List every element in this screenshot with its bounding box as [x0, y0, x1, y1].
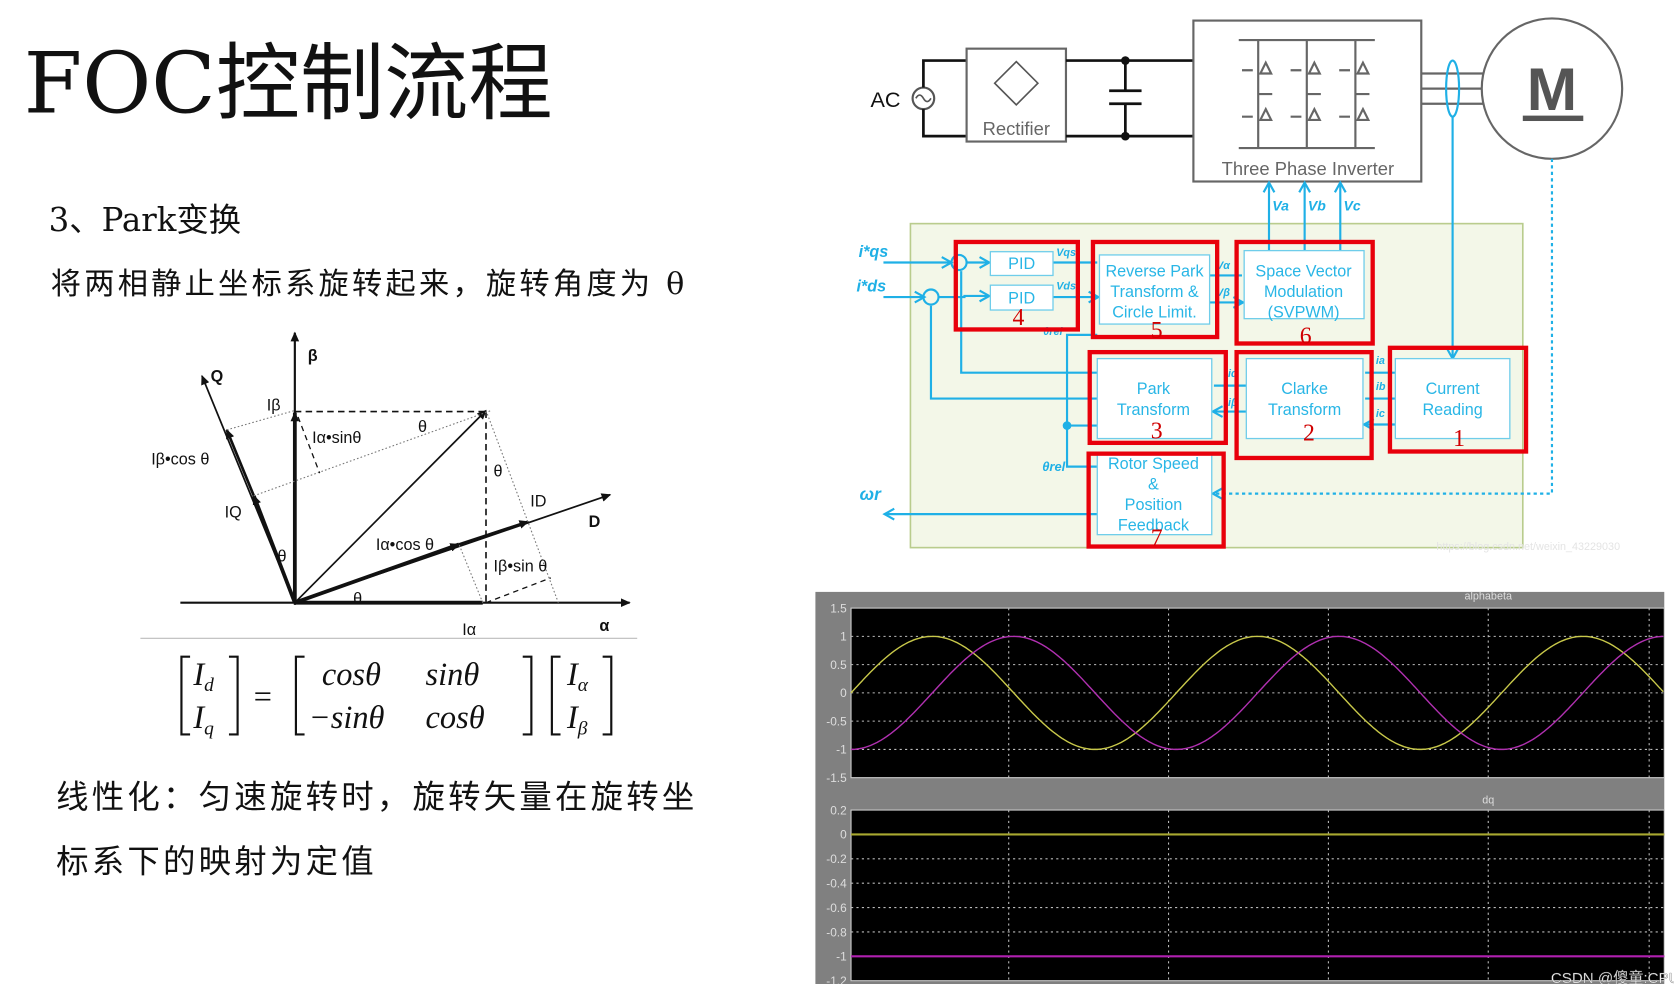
- lhs-id: Id: [192, 657, 214, 696]
- step-number: 3: [1151, 419, 1163, 445]
- equals-sign: =: [252, 679, 274, 715]
- i-alpha-sin-label: Iα•sinθ: [312, 429, 361, 447]
- step-number: 5: [1151, 318, 1163, 344]
- step-number: 4: [1013, 305, 1025, 331]
- ic-label: ic: [1376, 408, 1385, 420]
- block-label: Reverse Park: [1105, 263, 1204, 281]
- ib-label: ib: [1376, 381, 1386, 393]
- y-tick-label: -0.5: [826, 714, 847, 728]
- step-number: 2: [1303, 421, 1315, 447]
- step-number: 7: [1151, 525, 1163, 551]
- y-tick-label: -0.6: [826, 901, 847, 915]
- block-label: (SVPWM): [1268, 304, 1340, 322]
- block-label: Modulation: [1264, 283, 1343, 301]
- park-transform-block[interactable]: Park Transform 3: [1087, 349, 1228, 446]
- y-tick-label: -0.8: [826, 925, 847, 939]
- y-tick-label: 0: [840, 686, 847, 700]
- lhs-iq: Iq: [192, 700, 214, 739]
- vc-label: Vc: [1344, 198, 1361, 214]
- theta-label: θ: [278, 548, 287, 566]
- vds-label: Vds: [1056, 281, 1076, 293]
- rhs-ibeta: Iβ: [566, 700, 588, 739]
- y-tick-label: -0.4: [826, 877, 847, 891]
- block-label: &: [1148, 475, 1159, 493]
- block-label: Transform &: [1110, 283, 1199, 301]
- omega-r-label: ωr: [860, 484, 882, 504]
- motor-label: M: [1527, 55, 1577, 123]
- y-tick-label: -1: [836, 743, 847, 757]
- scope-panel: alphabeta dq 1.5 1 0.5 0 -0.5 -1 -1.5 0.2 0 -0.2…: [815, 590, 1665, 984]
- description: 将两相静止坐标系旋转起来，旋转角度为 θ: [51, 267, 688, 302]
- q-axis-label: Q: [211, 367, 224, 385]
- igbt-bridge-icon: [1238, 38, 1375, 150]
- step-number: 6: [1300, 324, 1312, 350]
- y-tick-label: 0.5: [830, 658, 847, 672]
- y-tick-label: -0.2: [826, 852, 846, 866]
- rectifier-label: Rectifier: [983, 118, 1050, 139]
- block-label: Space Vector: [1255, 263, 1352, 281]
- vqs-label: Vqs: [1056, 247, 1076, 259]
- ids-ref-label: i*ds: [856, 278, 886, 296]
- slide: FOC控制流程 3、Park变换 将两相静止坐标系旋转起来，旋转角度为 θ β …: [24, 17, 1674, 984]
- block-label: Transform: [1268, 401, 1341, 419]
- park-phasor-diagram: β Q D α Iβ Iα•sinθ θ θ Iβ•cos θ IQ θ Iα•…: [140, 331, 638, 639]
- page-title: FOC控制流程: [24, 34, 553, 132]
- i-beta-label: Iβ: [267, 396, 281, 414]
- i-alpha-cos-label: Iα•cos θ: [376, 536, 434, 554]
- y-tick-label: 0.2: [830, 803, 847, 817]
- y-tick-label: 0: [840, 828, 847, 842]
- block-label: Reading: [1422, 401, 1482, 419]
- beta-axis-label: β: [308, 347, 318, 365]
- iq-label: IQ: [225, 503, 242, 521]
- capacitor-icon: [1109, 89, 1142, 106]
- ia-label: ia: [1376, 355, 1385, 367]
- power-stage: AC Rectifier Three Phase Inverter M: [870, 17, 1624, 183]
- block-label: Rotor Speed: [1108, 455, 1199, 473]
- park-equation: [180, 655, 613, 736]
- matrix-cell: −sinθ: [309, 700, 385, 736]
- conclusion-line-2: 标系下的映射为定值: [56, 843, 377, 881]
- step-number: 1: [1453, 426, 1465, 452]
- theta-label: θ: [418, 418, 427, 436]
- inverter-label: Three Phase Inverter: [1222, 158, 1394, 179]
- y-tick-label: 1: [840, 630, 847, 644]
- theta-label: θ: [494, 462, 503, 480]
- rhs-ialpha: Iα: [566, 657, 589, 696]
- id-label: ID: [530, 493, 546, 511]
- pid-q-label: PID: [1008, 255, 1035, 273]
- i-beta-cos-label: Iβ•cos θ: [151, 450, 209, 468]
- block-label: Transform: [1117, 401, 1190, 419]
- i-beta-sin-label: Iβ•sin θ: [494, 557, 548, 575]
- va-label: Va: [1272, 198, 1289, 214]
- section-heading: 3、Park变换: [49, 201, 242, 239]
- chart-title-dq: dq: [1482, 795, 1494, 807]
- matrix-cell: cosθ: [426, 700, 485, 736]
- block-label: Park: [1137, 380, 1171, 398]
- vb-label: Vb: [1308, 198, 1326, 214]
- matrix-cell: cosθ: [322, 657, 381, 693]
- block-label: Clarke: [1281, 380, 1328, 398]
- alpha-axis-label: α: [599, 617, 609, 635]
- block-label: Position: [1125, 496, 1183, 514]
- chart-title-alphabeta: alphabeta: [1465, 590, 1512, 602]
- faint-url-watermark: https://blog.csdn.net/weixin_43229030: [1436, 541, 1620, 553]
- current-reading-block[interactable]: Current Reading 1: [1387, 345, 1529, 454]
- matrix-cell: sinθ: [426, 657, 480, 693]
- y-tick-label: 1.5: [830, 601, 847, 615]
- ac-label: AC: [870, 87, 900, 112]
- y-tick-label: -1.5: [826, 771, 847, 785]
- csdn-watermark: CSDN @傻童:CPU: [1551, 969, 1674, 984]
- conclusion-line-1: 线性化：匀速旋转时，旋转矢量在旋转坐: [56, 778, 697, 816]
- theta-label: θ: [353, 590, 362, 608]
- block-label: Current: [1426, 380, 1480, 398]
- theta-rel-label: θrel: [1042, 459, 1065, 474]
- y-tick-label: -1.2: [826, 974, 846, 984]
- iqs-ref-label: i*qs: [859, 243, 889, 261]
- i-alpha-label: Iα: [462, 621, 476, 639]
- d-axis-label: D: [589, 513, 601, 531]
- y-tick-label: -1: [836, 950, 847, 964]
